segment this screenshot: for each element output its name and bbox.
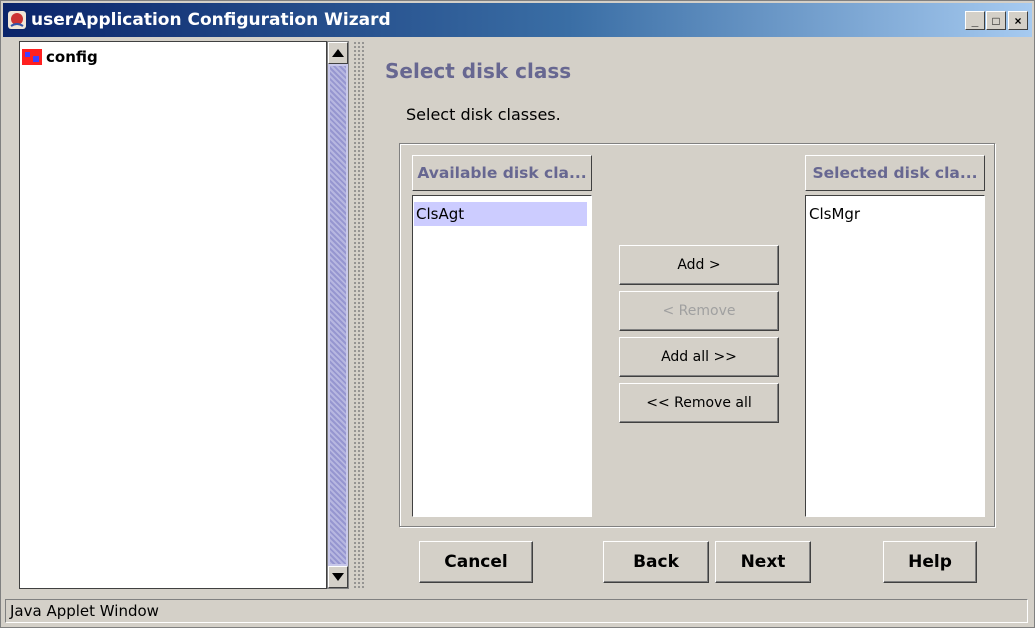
java-app-icon — [8, 11, 26, 29]
add-button-label: Add > — [677, 257, 721, 273]
wizard-window: userApplication Configuration Wizard _ □… — [0, 0, 1035, 628]
selected-list-header[interactable]: Selected disk cla... — [805, 155, 985, 191]
back-button[interactable]: Back — [603, 541, 709, 583]
add-button[interactable]: Add > — [619, 245, 779, 285]
arrow-down-icon — [332, 573, 344, 581]
cancel-button-label: Cancel — [444, 552, 508, 572]
selected-header-label: Selected disk cla... — [812, 164, 978, 182]
available-disk-class-list[interactable]: ClsAgt — [412, 195, 592, 517]
available-header-label: Available disk cla... — [417, 164, 587, 182]
add-all-button[interactable]: Add all >> — [619, 337, 779, 377]
instructions-text: Select disk classes. — [406, 105, 561, 124]
cancel-button[interactable]: Cancel — [419, 541, 533, 583]
help-button[interactable]: Help — [883, 541, 977, 583]
help-button-label: Help — [908, 552, 952, 572]
config-node-icon — [22, 49, 42, 65]
scroll-up-button[interactable] — [328, 42, 348, 64]
tree-node-label: config — [46, 48, 98, 66]
maximize-button[interactable]: □ — [986, 11, 1006, 30]
remove-button[interactable]: < Remove — [619, 291, 779, 331]
back-button-label: Back — [633, 552, 679, 572]
status-bar: Java Applet Window — [5, 599, 1028, 623]
remove-all-button[interactable]: << Remove all — [619, 383, 779, 423]
list-item[interactable]: ClsMgr — [807, 202, 980, 226]
tree-scrollbar[interactable] — [327, 41, 349, 589]
scroll-thumb[interactable] — [330, 66, 346, 564]
next-button[interactable]: Next — [715, 541, 811, 583]
maximize-icon: □ — [992, 13, 1000, 28]
tree-node-config[interactable]: config — [22, 48, 98, 66]
available-list-header[interactable]: Available disk cla... — [412, 155, 592, 191]
list-item[interactable]: ClsAgt — [414, 202, 587, 226]
close-icon: × — [1014, 13, 1022, 28]
remove-all-button-label: << Remove all — [646, 395, 752, 411]
pane-splitter[interactable] — [353, 41, 365, 589]
page-title: Select disk class — [385, 59, 572, 83]
config-tree[interactable]: config — [19, 41, 327, 589]
next-button-label: Next — [740, 552, 786, 572]
window-title: userApplication Configuration Wizard — [31, 10, 391, 30]
minimize-icon: _ — [971, 13, 979, 28]
scroll-down-button[interactable] — [328, 566, 348, 588]
add-all-button-label: Add all >> — [661, 349, 737, 365]
close-button[interactable]: × — [1008, 11, 1028, 30]
remove-button-label: < Remove — [662, 303, 736, 319]
selected-disk-class-list[interactable]: ClsMgr — [805, 195, 985, 517]
minimize-button[interactable]: _ — [965, 11, 985, 30]
arrow-up-icon — [332, 49, 344, 57]
title-bar[interactable]: userApplication Configuration Wizard _ □… — [3, 3, 1032, 37]
